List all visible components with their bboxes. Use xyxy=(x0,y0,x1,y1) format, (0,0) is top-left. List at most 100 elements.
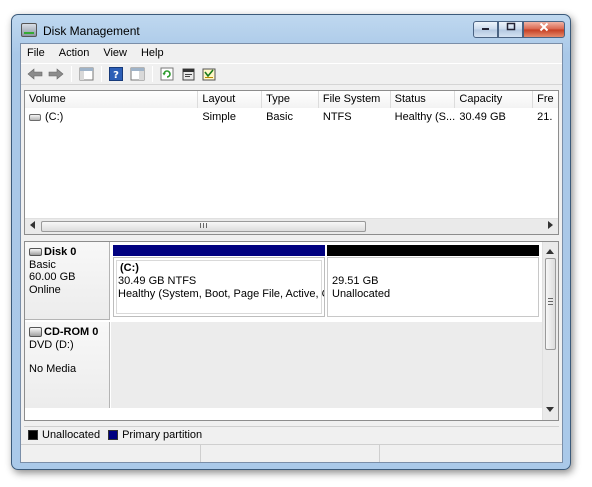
cell-layout: Simple xyxy=(202,111,236,123)
console-tree-icon xyxy=(79,67,93,81)
scroll-right-button[interactable] xyxy=(542,219,558,235)
toolbar-separator xyxy=(71,66,72,82)
scroll-thumb[interactable] xyxy=(545,258,556,350)
minimize-button[interactable] xyxy=(473,21,498,38)
cell-file-system: NTFS xyxy=(322,111,352,123)
legend-swatch-primary xyxy=(108,429,119,440)
cell-volume: (C:) xyxy=(25,110,198,126)
scroll-thumb[interactable] xyxy=(41,220,366,232)
column-header-type[interactable]: Type xyxy=(262,91,319,108)
refresh-icon xyxy=(160,67,174,81)
disk-size xyxy=(29,351,109,363)
cell-type: Basic xyxy=(266,111,293,123)
partition-color-stripe xyxy=(327,245,539,256)
properties-icon xyxy=(182,68,194,81)
show-hide-button[interactable] xyxy=(127,65,147,83)
table-row[interactable]: (C:) Simple Basic NTFS Healthy (S... 30.… xyxy=(25,110,558,126)
rescan-icon xyxy=(202,68,215,81)
help-icon: ? xyxy=(109,67,123,81)
disk-0-row: Disk 0 Basic 60.00 GB Online (C:) 30.49 … xyxy=(25,242,543,320)
svg-text:?: ? xyxy=(113,70,119,81)
scroll-track[interactable] xyxy=(41,219,542,235)
menu-action[interactable]: Action xyxy=(53,44,98,62)
maximize-button[interactable] xyxy=(498,21,523,38)
cdrom-empty-area xyxy=(111,322,543,408)
partition-unallocated[interactable]: 29.51 GB Unallocated xyxy=(327,242,539,318)
vertical-scrollbar[interactable] xyxy=(542,242,558,420)
close-icon xyxy=(539,22,549,32)
status-bar xyxy=(21,444,562,462)
partition-unallocated-body: 29.51 GB Unallocated xyxy=(327,257,539,317)
column-header-layout[interactable]: Layout xyxy=(198,91,263,108)
column-header-file-system[interactable]: File System xyxy=(318,91,391,108)
menu-view[interactable]: View xyxy=(97,44,135,62)
console-tree-button[interactable] xyxy=(76,65,96,83)
forward-button[interactable] xyxy=(46,65,66,83)
disk-state: No Media xyxy=(29,363,77,375)
partition-label xyxy=(332,262,538,275)
cdrom-0-row: CD-ROM 0 DVD (D:) No Media xyxy=(25,322,543,408)
legend-label-unallocated: Unallocated xyxy=(42,428,101,441)
close-button[interactable] xyxy=(523,21,565,38)
partition-c[interactable]: (C:) 30.49 GB NTFS Healthy (System, Boot… xyxy=(113,242,325,318)
cdrom-0-info[interactable]: CD-ROM 0 DVD (D:) No Media xyxy=(25,322,110,408)
disk-name: CD-ROM 0 xyxy=(44,326,99,338)
column-header-volume[interactable]: Volume xyxy=(25,91,199,108)
disk-management-window: Disk Management File Action View Help ? … xyxy=(11,14,571,470)
disk-type: DVD (D:) xyxy=(29,338,74,351)
chevron-down-icon xyxy=(546,407,554,412)
volume-name: (C:) xyxy=(45,111,64,123)
partition-color-stripe xyxy=(113,245,325,256)
status-cell xyxy=(201,445,381,462)
cell-status: Healthy (S... xyxy=(394,111,456,123)
rescan-button[interactable] xyxy=(199,65,219,83)
menu-file[interactable]: File xyxy=(21,44,53,62)
disk-name: Disk 0 xyxy=(44,246,77,258)
partition-c-body: (C:) 30.49 GB NTFS Healthy (System, Boot… xyxy=(113,257,325,317)
help-button[interactable]: ? xyxy=(106,65,126,83)
column-header-status[interactable]: Status xyxy=(390,91,456,108)
column-header-free[interactable]: Fre xyxy=(533,91,559,108)
column-header-capacity[interactable]: Capacity xyxy=(455,91,534,108)
volume-icon xyxy=(29,113,41,121)
status-cell xyxy=(380,445,562,462)
partition-size: 29.51 GB xyxy=(332,275,379,287)
grip-icon xyxy=(548,298,553,305)
legend-label-primary: Primary partition xyxy=(122,428,203,441)
client-area: File Action View Help ? Volume Layout Ty… xyxy=(20,43,563,463)
back-icon xyxy=(27,68,43,80)
partition-status: Healthy (System, Boot, Page File, Active… xyxy=(118,288,325,300)
horizontal-scrollbar[interactable] xyxy=(25,218,558,234)
back-button[interactable] xyxy=(25,65,45,83)
menu-help[interactable]: Help xyxy=(135,44,172,62)
disk-state: Online xyxy=(29,283,61,296)
scroll-up-button[interactable] xyxy=(546,245,554,257)
refresh-button[interactable] xyxy=(157,65,177,83)
menu-bar: File Action View Help xyxy=(21,44,562,62)
volume-list-header: Volume Layout Type File System Status Ca… xyxy=(25,91,559,108)
scroll-down-button[interactable] xyxy=(546,404,554,416)
properties-button[interactable] xyxy=(178,65,198,83)
partition-label: (C:) xyxy=(120,262,139,274)
scroll-left-button[interactable] xyxy=(25,219,41,235)
window-title: Disk Management xyxy=(43,24,140,38)
status-cell xyxy=(21,445,201,462)
partition-size: 30.49 GB NTFS xyxy=(118,275,197,287)
disk-0-info[interactable]: Disk 0 Basic 60.00 GB Online xyxy=(25,242,110,320)
hard-disk-icon xyxy=(29,248,42,257)
toolbar-separator xyxy=(152,66,153,82)
cd-drive-icon xyxy=(29,327,42,338)
disk-management-icon xyxy=(21,23,37,37)
cell-capacity: 30.49 GB xyxy=(459,111,506,123)
disk-graphical-view[interactable]: Disk 0 Basic 60.00 GB Online (C:) 30.49 … xyxy=(24,241,559,421)
toolbar-separator xyxy=(101,66,102,82)
maximize-icon xyxy=(506,22,515,31)
chevron-right-icon xyxy=(548,220,553,229)
volume-list[interactable]: Volume Layout Type File System Status Ca… xyxy=(24,90,559,235)
grip-icon xyxy=(200,222,207,228)
partition-status: Unallocated xyxy=(332,288,391,300)
disk-size: 60.00 GB xyxy=(29,271,76,283)
title-bar[interactable]: Disk Management xyxy=(12,15,570,43)
legend: Unallocated Primary partition xyxy=(24,426,559,442)
show-hide-icon xyxy=(130,67,144,81)
